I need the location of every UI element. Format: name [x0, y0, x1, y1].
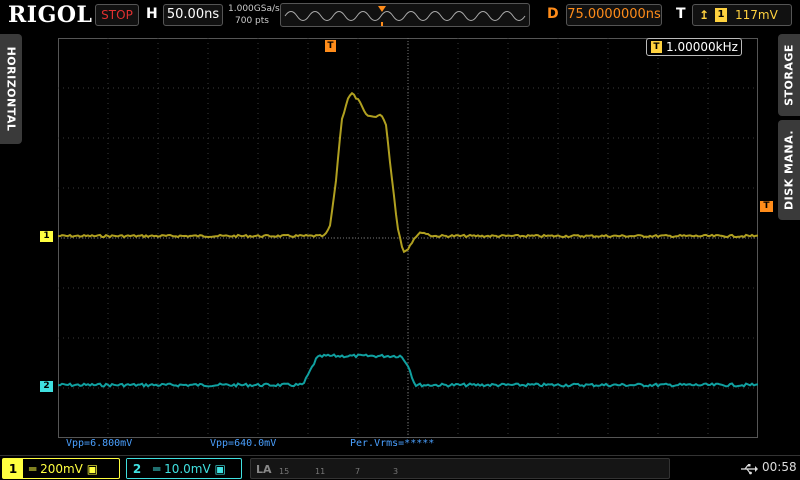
la-channel-label: 3	[393, 467, 399, 476]
graticule	[58, 38, 758, 438]
trigger-label: T	[676, 6, 686, 22]
la-channel-label: 7	[355, 467, 361, 476]
ch2-settings[interactable]: 2 ═ 10.0mV ▣	[126, 458, 242, 479]
counter-trigger-icon: T	[651, 41, 662, 53]
waveform-display[interactable]	[58, 38, 758, 438]
la-label: LA	[256, 463, 272, 476]
logic-analyzer-settings[interactable]: LA 15 11 7 3	[250, 458, 670, 479]
clock: 00:58	[762, 460, 797, 474]
dc-coupling-icon: ═	[29, 462, 37, 476]
ch1-number: 1	[3, 459, 23, 478]
top-status-bar: RIGOL STOP H 50.00ns 1.000GSa/s 700 pts …	[0, 0, 800, 32]
storage-menu-tab[interactable]: STORAGE	[778, 34, 800, 116]
trigger-delay-value[interactable]: 75.0000000ns	[566, 4, 662, 26]
ch2-number: 2	[127, 459, 147, 478]
horizontal-tab-label: HORIZONTAL	[4, 46, 18, 132]
sample-rate: 1.000GSa/s	[228, 4, 280, 14]
ch2-ground-marker[interactable]: 2	[40, 381, 53, 392]
la-channel-label: 11	[315, 467, 326, 476]
ch1-scale: ═ 200mV ▣	[29, 459, 98, 480]
ch2-bandwidth-icon: ▣	[214, 462, 226, 476]
trigger-level-value: 117mV	[735, 8, 778, 22]
measurement-vpp-1: Vpp=6.800mV	[66, 438, 133, 449]
measurement-vpp-2: Vpp=640.0mV	[210, 438, 277, 449]
disk-manager-tab[interactable]: DISK MANA.	[778, 120, 800, 220]
trigger-position-overview-icon	[378, 6, 386, 12]
horizontal-menu-tab[interactable]: HORIZONTAL	[0, 34, 22, 144]
trigger-position-marker: T	[325, 40, 336, 52]
memory-depth: 700 pts	[235, 16, 269, 26]
memory-overview-waveform	[284, 6, 526, 26]
usb-icon	[741, 464, 758, 475]
frequency-value: 1.00000kHz	[666, 40, 738, 54]
ch1-settings[interactable]: 1 ═ 200mV ▣	[2, 458, 120, 479]
acquisition-info: 1.000GSa/s 700 pts	[228, 3, 280, 27]
ch2-scale: ═ 10.0mV ▣	[153, 459, 226, 480]
trigger-source-badge: 1	[715, 8, 727, 22]
horizontal-label: H	[146, 6, 158, 22]
rigol-logo: RIGOL	[8, 2, 93, 28]
rising-edge-icon: ↥	[699, 8, 710, 22]
run-stop-status[interactable]: STOP	[95, 4, 139, 26]
storage-tab-label: STORAGE	[782, 44, 796, 106]
la-channel-label: 15	[279, 467, 290, 476]
ch1-bandwidth-icon: ▣	[86, 462, 99, 476]
timebase-value[interactable]: 50.00ns	[163, 4, 223, 26]
disk-manager-tab-label: DISK MANA.	[782, 129, 796, 211]
delay-label: D	[547, 6, 559, 22]
ch2-scale-value: 10.0mV	[164, 462, 211, 476]
memory-overview-bar[interactable]	[280, 3, 530, 27]
trigger-settings[interactable]: ↥ 1 117mV	[692, 4, 792, 26]
ch1-scale-value: 200mV	[40, 462, 83, 476]
channel-status-bar: 1 ═ 200mV ▣ 2 ═ 10.0mV ▣ LA 15 11 7 3 00…	[0, 455, 800, 480]
la-channel-strip: 15 11 7 3	[279, 459, 659, 478]
trigger-level-marker[interactable]: T	[760, 201, 773, 212]
frequency-counter: T 1.00000kHz	[646, 38, 742, 56]
ch1-ground-marker[interactable]: 1	[40, 231, 53, 242]
measurement-vrms: Per.Vrms=*****	[350, 438, 435, 449]
dc-coupling-icon: ═	[153, 462, 161, 476]
